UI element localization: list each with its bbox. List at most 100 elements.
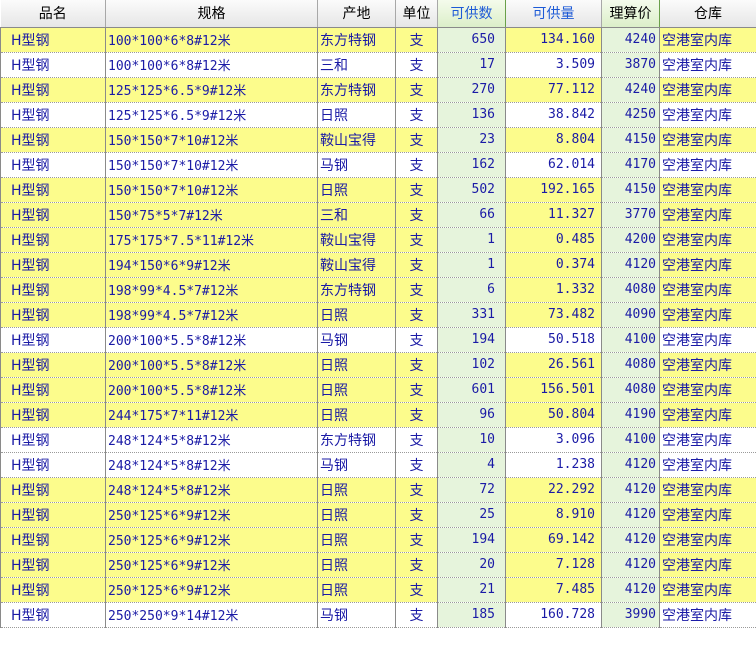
table-row[interactable]: H型钢 150*150*7*10#12米 马钢支 162 62.014 4170 空港室内库 (0, 152, 756, 178)
table-row[interactable]: H型钢 248*124*5*8#12米 马钢支 4 1.238 4120 空港室内库 (0, 452, 756, 478)
cell-calc-price[interactable]: 4100 (601, 327, 660, 353)
cell-warehouse[interactable]: 空港室内库 (659, 302, 756, 328)
table-row[interactable]: H型钢 100*100*6*8#12米 三和支 17 3.509 3870 空港室内库 (0, 52, 756, 78)
cell-supply-weight[interactable]: 1.332 (505, 277, 602, 303)
cell-calc-price[interactable]: 4200 (601, 227, 660, 253)
cell-spec[interactable]: 250*125*6*9#12米 (105, 502, 318, 528)
cell-spec[interactable]: 150*150*7*10#12米 (105, 152, 318, 178)
cell-supply-qty[interactable]: 331 (437, 302, 506, 328)
cell-warehouse[interactable]: 空港室内库 (659, 27, 756, 53)
table-row[interactable]: H型钢 250*125*6*9#12米 日照支 194 69.142 4120 空港室内库 (0, 527, 756, 553)
column-header-unit[interactable]: 单位 (395, 0, 438, 28)
cell-supply-qty[interactable]: 20 (437, 552, 506, 578)
cell-supply-qty[interactable]: 136 (437, 102, 506, 128)
cell-warehouse[interactable]: 空港室内库 (659, 152, 756, 178)
cell-spec[interactable]: 150*150*7*10#12米 (105, 127, 318, 153)
cell-warehouse[interactable]: 空港室内库 (659, 402, 756, 428)
cell-supply-weight[interactable]: 77.112 (505, 77, 602, 103)
cell-name[interactable]: H型钢 (0, 377, 106, 403)
cell-calc-price[interactable]: 4190 (601, 402, 660, 428)
cell-supply-weight[interactable]: 3.509 (505, 52, 602, 78)
cell-spec[interactable]: 150*150*7*10#12米 (105, 177, 318, 203)
cell-name[interactable]: H型钢 (0, 352, 106, 378)
cell-supply-qty[interactable]: 650 (437, 27, 506, 53)
cell-name[interactable]: H型钢 (0, 402, 106, 428)
cell-spec[interactable]: 200*100*5.5*8#12米 (105, 352, 318, 378)
cell-origin[interactable]: 日照 (317, 402, 396, 428)
cell-unit[interactable]: 支 (395, 227, 438, 253)
cell-origin[interactable]: 三和 (317, 202, 396, 228)
cell-spec[interactable]: 100*100*6*8#12米 (105, 52, 318, 78)
cell-origin[interactable]: 日照 (317, 477, 396, 503)
cell-supply-weight[interactable]: 50.518 (505, 327, 602, 353)
cell-warehouse[interactable]: 空港室内库 (659, 477, 756, 503)
cell-supply-weight[interactable]: 69.142 (505, 527, 602, 553)
cell-origin[interactable]: 日照 (317, 502, 396, 528)
cell-name[interactable]: H型钢 (0, 102, 106, 128)
cell-warehouse[interactable]: 空港室内库 (659, 277, 756, 303)
cell-warehouse[interactable]: 空港室内库 (659, 102, 756, 128)
cell-name[interactable]: H型钢 (0, 577, 106, 603)
table-row[interactable]: H型钢 250*125*6*9#12米 日照支 20 7.128 4120 空港室内库 (0, 552, 756, 578)
cell-supply-weight[interactable]: 3.096 (505, 427, 602, 453)
table-row[interactable]: H型钢 150*75*5*7#12米 三和支 66 11.327 3770 空港室内库 (0, 202, 756, 228)
cell-unit[interactable]: 支 (395, 277, 438, 303)
cell-supply-weight[interactable]: 1.238 (505, 452, 602, 478)
table-row[interactable]: H型钢 198*99*4.5*7#12米 东方特钢支 6 1.332 4080 空港室内库 (0, 277, 756, 303)
cell-calc-price[interactable]: 4250 (601, 102, 660, 128)
table-row[interactable]: H型钢 250*125*6*9#12米 日照支 21 7.485 4120 空港室内库 (0, 577, 756, 603)
cell-calc-price[interactable]: 4120 (601, 252, 660, 278)
cell-supply-qty[interactable]: 21 (437, 577, 506, 603)
cell-spec[interactable]: 198*99*4.5*7#12米 (105, 277, 318, 303)
cell-name[interactable]: H型钢 (0, 427, 106, 453)
cell-unit[interactable]: 支 (395, 152, 438, 178)
cell-name[interactable]: H型钢 (0, 602, 106, 628)
cell-supply-weight[interactable]: 8.910 (505, 502, 602, 528)
cell-calc-price[interactable]: 4240 (601, 27, 660, 53)
cell-supply-weight[interactable]: 22.292 (505, 477, 602, 503)
cell-calc-price[interactable]: 3770 (601, 202, 660, 228)
cell-supply-qty[interactable]: 23 (437, 127, 506, 153)
cell-warehouse[interactable]: 空港室内库 (659, 177, 756, 203)
cell-warehouse[interactable]: 空港室内库 (659, 552, 756, 578)
cell-name[interactable]: H型钢 (0, 327, 106, 353)
cell-supply-qty[interactable]: 72 (437, 477, 506, 503)
cell-name[interactable]: H型钢 (0, 252, 106, 278)
cell-supply-qty[interactable]: 502 (437, 177, 506, 203)
cell-origin[interactable]: 日照 (317, 577, 396, 603)
cell-spec[interactable]: 175*175*7.5*11#12米 (105, 227, 318, 253)
cell-origin[interactable]: 日照 (317, 527, 396, 553)
cell-name[interactable]: H型钢 (0, 477, 106, 503)
cell-unit[interactable]: 支 (395, 102, 438, 128)
cell-supply-qty[interactable]: 1 (437, 227, 506, 253)
cell-calc-price[interactable]: 4120 (601, 502, 660, 528)
cell-calc-price[interactable]: 4100 (601, 427, 660, 453)
cell-calc-price[interactable]: 3990 (601, 602, 660, 628)
cell-supply-qty[interactable]: 6 (437, 277, 506, 303)
inventory-grid[interactable]: 品名 规格 产地 单位 可供数 可供量 理算价 仓库 H型钢 100*100*6*… (0, 0, 756, 628)
cell-calc-price[interactable]: 4090 (601, 302, 660, 328)
cell-name[interactable]: H型钢 (0, 302, 106, 328)
cell-calc-price[interactable]: 3870 (601, 52, 660, 78)
cell-spec[interactable]: 244*175*7*11#12米 (105, 402, 318, 428)
cell-unit[interactable]: 支 (395, 377, 438, 403)
cell-calc-price[interactable]: 4120 (601, 452, 660, 478)
cell-unit[interactable]: 支 (395, 252, 438, 278)
cell-name[interactable]: H型钢 (0, 52, 106, 78)
cell-spec[interactable]: 125*125*6.5*9#12米 (105, 77, 318, 103)
cell-unit[interactable]: 支 (395, 302, 438, 328)
table-row[interactable]: H型钢 125*125*6.5*9#12米 东方特钢支 270 77.112 4240 空港… (0, 77, 756, 103)
cell-supply-qty[interactable]: 601 (437, 377, 506, 403)
table-row[interactable]: H型钢 198*99*4.5*7#12米 日照支 331 73.482 4090 空港室内库 (0, 302, 756, 328)
column-header-spec[interactable]: 规格 (105, 0, 318, 28)
cell-calc-price[interactable]: 4080 (601, 377, 660, 403)
cell-spec[interactable]: 250*125*6*9#12米 (105, 527, 318, 553)
cell-unit[interactable]: 支 (395, 52, 438, 78)
column-header-warehouse[interactable]: 仓库 (659, 0, 756, 28)
cell-spec[interactable]: 200*100*5.5*8#12米 (105, 377, 318, 403)
cell-unit[interactable]: 支 (395, 77, 438, 103)
cell-unit[interactable]: 支 (395, 502, 438, 528)
cell-unit[interactable]: 支 (395, 552, 438, 578)
cell-unit[interactable]: 支 (395, 352, 438, 378)
cell-supply-qty[interactable]: 162 (437, 152, 506, 178)
